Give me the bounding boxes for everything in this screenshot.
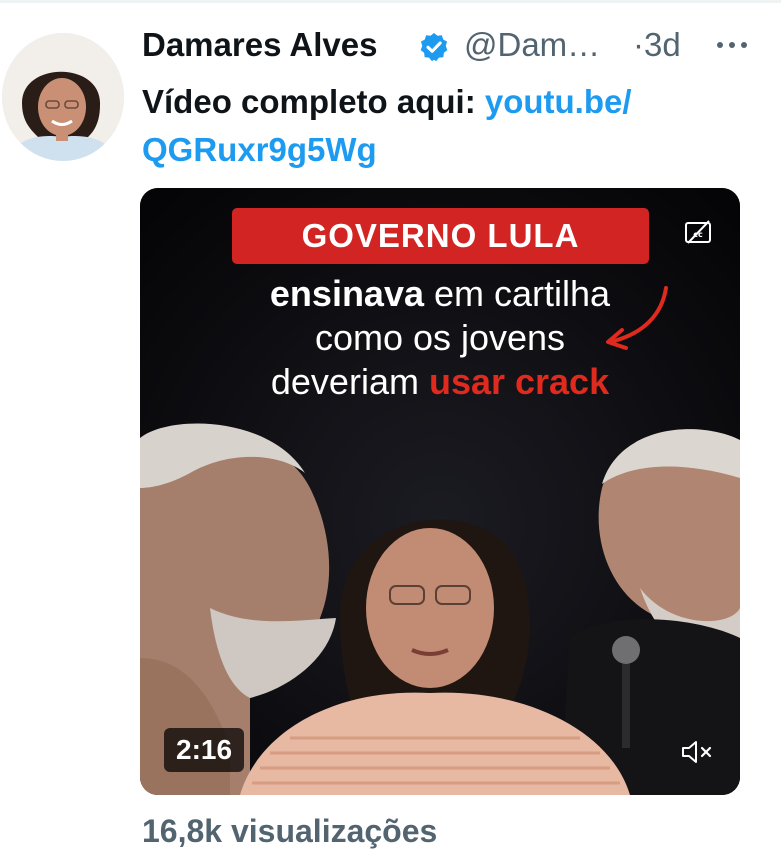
avatar[interactable]: [2, 33, 124, 161]
video-headline: GOVERNO LULA: [232, 208, 649, 264]
video-duration: 2:16: [164, 728, 245, 772]
video-caption-line-3: deveriam usar crack: [140, 360, 740, 404]
avatar-image: [2, 33, 124, 161]
caption-line-1-rest: em cartilha: [424, 273, 611, 314]
top-divider: [0, 0, 781, 3]
tweet-text-prefix: Vídeo completo aqui:: [142, 83, 485, 120]
more-dots-icon[interactable]: [712, 32, 752, 58]
caption-bold-word: ensinava: [269, 273, 424, 314]
view-count: 16,8k visualizações: [142, 813, 438, 849]
tweet-link-part2: QGRuxr9g5Wg: [142, 131, 377, 168]
caption-line-3-start: deveriam: [270, 361, 429, 402]
time-separator: ·: [633, 26, 644, 63]
timestamp[interactable]: ·3d: [633, 26, 681, 64]
video-player[interactable]: GOVERNO LULA cc ensinava em cartilha com…: [140, 188, 740, 795]
handle[interactable]: @Dam…: [464, 26, 600, 64]
red-arrow-icon: [606, 286, 668, 350]
display-name[interactable]: Damares Alves: [142, 26, 377, 64]
muted-speaker-icon[interactable]: [680, 739, 714, 765]
caption-highlight: usar crack: [428, 361, 610, 402]
closed-captions-icon[interactable]: cc: [684, 219, 712, 245]
verified-badge-icon: [420, 33, 448, 62]
tweet-header: Damares Alves @Dam… ·3d: [142, 18, 781, 74]
time-value: 3d: [644, 26, 681, 63]
tweet-link-part1: youtu.be/: [484, 83, 632, 120]
tweet-text: Vídeo completo aqui: youtu.be/QGRuxr9g5W…: [142, 78, 742, 174]
